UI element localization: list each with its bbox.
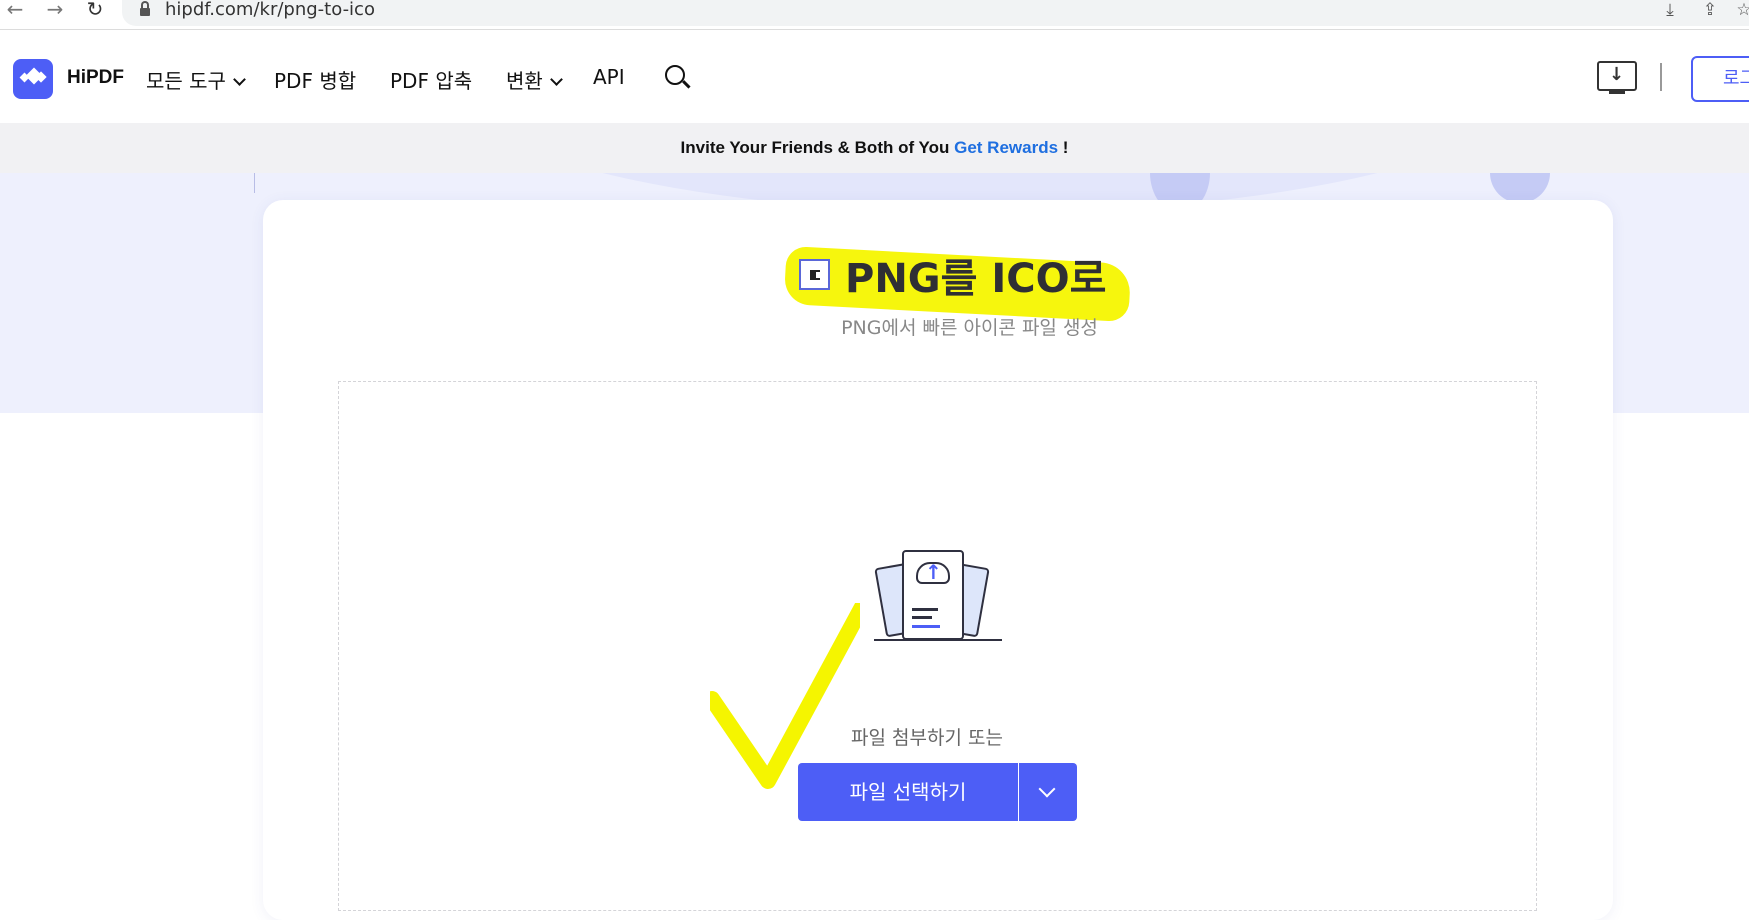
bookmark-star-icon[interactable]: ☆ <box>1734 0 1749 20</box>
choose-file-button[interactable]: 파일 선택하기 <box>798 763 1018 821</box>
chevron-down-icon <box>1038 780 1056 798</box>
file-drop-zone[interactable] <box>338 381 1537 911</box>
page-subtitle: PNG에서 빠른 아이콘 파일 생성 <box>841 317 1098 339</box>
login-button[interactable]: 로그 <box>1691 56 1749 102</box>
upload-cloud-icon: ↑ <box>870 548 1005 643</box>
brand-name[interactable]: HiPDF <box>67 67 124 89</box>
share-icon[interactable]: ⇪ <box>1700 0 1720 20</box>
back-arrow-icon[interactable]: ← <box>4 0 26 22</box>
nav-convert-label: 변환 <box>506 69 543 93</box>
promo-text: Invite Your Friends & Both of You <box>680 138 955 157</box>
lock-icon[interactable] <box>140 1 150 16</box>
install-app-icon[interactable]: ⤓ <box>1660 0 1680 20</box>
site-header: HiPDF 모든 도구 PDF 병합 PDF 압축 변환 API ↓ 로그 <box>0 30 1749 123</box>
url-text: hipdf.com/kr/png-to-ico <box>165 0 375 20</box>
get-rewards-link[interactable]: Get Rewards <box>954 138 1058 157</box>
address-bar[interactable]: hipdf.com/kr/png-to-ico <box>122 0 1749 26</box>
nav-pdf-merge[interactable]: PDF 병합 <box>274 65 356 94</box>
promo-suffix: ! <box>1058 138 1069 157</box>
forward-arrow-icon[interactable]: → <box>44 0 66 22</box>
nav-convert[interactable]: 변환 <box>506 65 563 94</box>
choose-file-dropdown-button[interactable] <box>1019 763 1077 821</box>
search-icon[interactable] <box>665 65 691 91</box>
chevron-down-icon <box>233 73 246 86</box>
page-title: PNG를 ICO로 <box>845 256 1107 302</box>
promo-banner: Invite Your Friends & Both of You Get Re… <box>0 123 1749 173</box>
nav-api[interactable]: API <box>593 65 625 89</box>
reload-icon[interactable]: ↻ <box>84 0 106 22</box>
drop-instruction-text: 파일 첨부하기 또는 <box>851 727 1003 749</box>
hipdf-logo-icon[interactable] <box>13 59 53 99</box>
nav-pdf-compress[interactable]: PDF 압축 <box>390 65 472 94</box>
chevron-down-icon <box>549 73 563 86</box>
header-divider <box>1660 63 1662 91</box>
ico-file-icon <box>799 259 830 290</box>
nav-all-tools-label: 모든 도구 <box>146 69 226 93</box>
desktop-download-icon[interactable]: ↓ <box>1597 61 1637 94</box>
nav-all-tools[interactable]: 모든 도구 <box>146 65 246 94</box>
browser-toolbar: ← → ↻ hipdf.com/kr/png-to-ico ⤓ ⇪ ☆ <box>0 0 1749 30</box>
